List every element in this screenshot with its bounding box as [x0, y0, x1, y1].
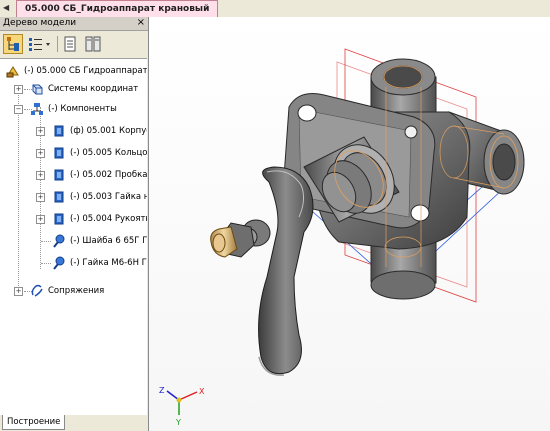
assembly-icon — [6, 66, 19, 78]
tree-item-label: (-) 05.003 Гайка н — [70, 192, 147, 202]
expand-toggle[interactable]: + — [36, 127, 45, 136]
tree-line — [41, 263, 51, 264]
washer-nut — [210, 219, 271, 258]
part-icon — [54, 125, 64, 137]
expand-toggle[interactable]: + — [36, 171, 45, 180]
expand-toggle[interactable]: + — [36, 149, 45, 158]
tree-item-label: Системы координат — [48, 84, 139, 94]
standard-part-icon — [53, 234, 65, 248]
tree-item-label: (-) 05.002 Пробка — [70, 170, 147, 180]
tab-construction[interactable]: Построение — [2, 415, 66, 430]
tree-line — [18, 87, 19, 292]
document-tab-strip: ◀ 05.000 СБ_Гидроаппарат крановый — [0, 0, 550, 18]
tree-view-button[interactable] — [3, 34, 23, 54]
split-window-icon — [85, 36, 101, 52]
tab-scroll-left-icon[interactable]: ◀ — [3, 3, 13, 13]
tree-item-label: (-) 05.004 Рукоятк — [70, 214, 147, 224]
tree-item-label: (ф) 05.001 Корпус — [70, 126, 147, 136]
tree-item-label: (-) Компоненты — [48, 104, 117, 114]
lever-handle — [258, 166, 314, 376]
expand-toggle[interactable]: + — [14, 287, 23, 296]
model-tree: (-) 05.000 СБ Гидроаппарат к + Системы к… — [0, 58, 147, 415]
tree-item-label: (-) Шайба 6 65Г ГС — [70, 236, 147, 246]
expand-toggle[interactable]: + — [36, 193, 45, 202]
part-icon — [54, 191, 64, 203]
standard-part-icon — [53, 256, 65, 270]
tree-view-icon — [7, 37, 19, 51]
assembly-3d-model[interactable]: X Y Z — [149, 17, 550, 431]
structure-view-button[interactable] — [26, 34, 54, 54]
panel-title: Дерево модели — [3, 18, 77, 28]
model-tree-panel: Дерево модели × (-) 05.000 СБ Гидроаппар… — [0, 17, 149, 431]
document-tab[interactable]: 05.000 СБ_Гидроаппарат крановый — [16, 0, 219, 17]
expand-toggle[interactable]: + — [14, 85, 23, 94]
tree-line — [41, 241, 51, 242]
part-icon — [54, 213, 64, 225]
axis-y-label: Y — [175, 418, 181, 427]
tree-item-label: Сопряжения — [48, 286, 105, 296]
properties-button[interactable] — [60, 34, 80, 54]
tree-root-label: (-) 05.000 СБ Гидроаппарат к — [24, 66, 147, 76]
panel-toolbar — [0, 31, 148, 57]
panel-header: Дерево модели × — [0, 17, 148, 31]
axis-triad: X Y Z — [159, 386, 205, 427]
part-icon — [54, 147, 64, 159]
mates-icon — [31, 284, 43, 297]
document-properties-icon — [64, 36, 76, 52]
tree-item-label: (-) Гайка М6-6Н ГС — [70, 258, 147, 268]
axis-z-label: Z — [159, 386, 165, 395]
model-viewport[interactable]: X Y Z — [149, 17, 550, 431]
part-icon — [54, 169, 64, 181]
collapse-toggle[interactable]: − — [14, 105, 23, 114]
axis-x-label: X — [199, 387, 205, 396]
components-icon — [31, 103, 43, 115]
expand-toggle[interactable]: + — [36, 215, 45, 224]
coordinate-system-icon — [32, 84, 43, 95]
split-view-button[interactable] — [83, 34, 103, 54]
tree-item-label: (-) 05.005 Кольцо — [70, 148, 147, 158]
toolbar-separator — [57, 36, 58, 52]
close-icon[interactable]: × — [137, 17, 145, 28]
structure-list-icon — [29, 38, 50, 51]
